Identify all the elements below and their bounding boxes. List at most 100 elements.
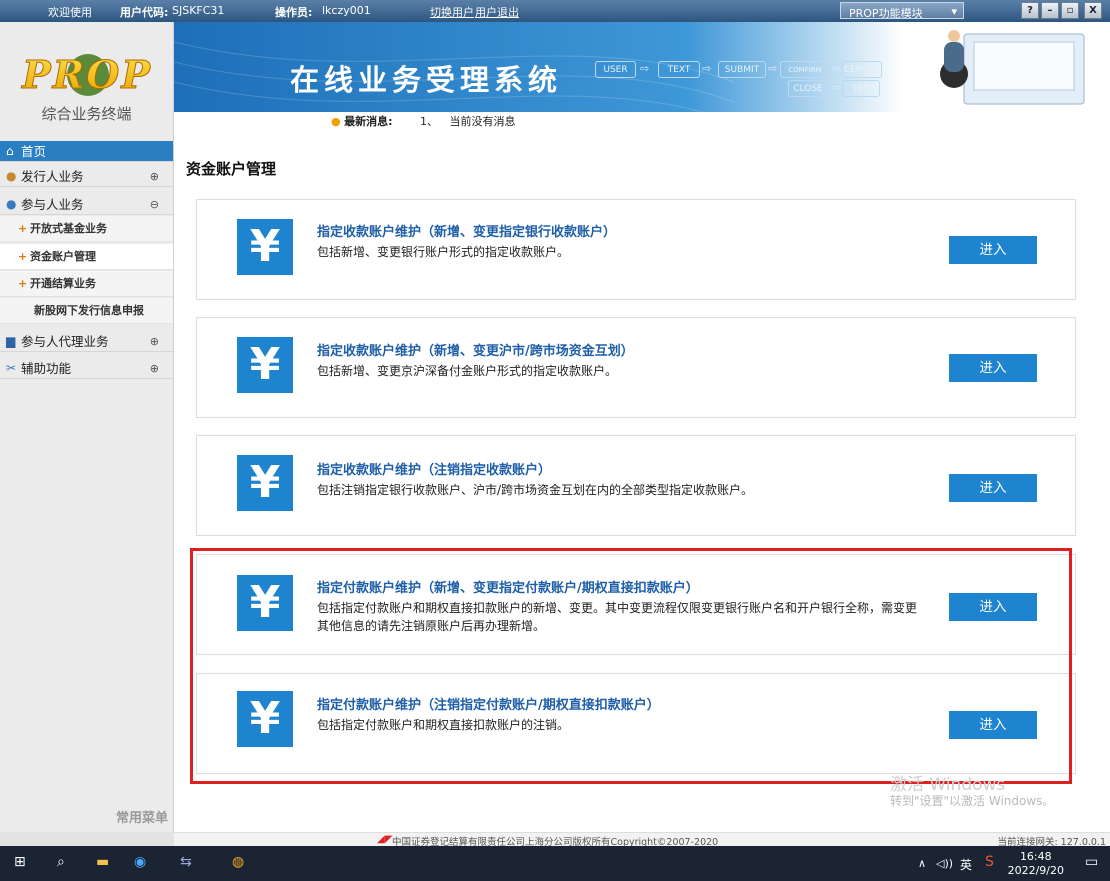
switch-user-link[interactable]: 切换用户 (430, 4, 474, 20)
yen-icon: ¥ (237, 219, 293, 275)
module-select[interactable]: PROP功能模块 ▾ (840, 2, 964, 20)
search-icon[interactable]: ⌕ (57, 854, 65, 870)
sidebar-item-label: 参与人代理业务 (21, 334, 109, 349)
security-app-icon[interactable]: S (985, 854, 994, 870)
home-icon: ⌂ (6, 144, 14, 158)
common-menu-label[interactable]: 常用菜单 (0, 807, 168, 826)
volume-icon[interactable]: ◁)) (936, 857, 953, 870)
monitor-icon: ▆ (6, 334, 16, 348)
arrow-right-icon: ⇨ (768, 62, 778, 75)
sidebar-subitem-capital-account[interactable]: + 资金账户管理 (0, 244, 173, 270)
bullet-icon: ● (331, 115, 341, 128)
flow-step-text: TEXT (658, 61, 700, 78)
card-receive-cancel: ¥ 指定收款账户维护（注销指定收款账户） 包括注销指定银行收款账户、沪市/跨市场… (196, 435, 1076, 536)
logo-subtitle: 综合业务终端 (41, 105, 132, 123)
sidebar-item-label: 发行人业务 (21, 169, 84, 184)
collapse-icon[interactable]: ⊖ (150, 194, 159, 215)
network-app-icon[interactable]: ⇆ (180, 854, 192, 870)
csdc-logo-icon: ◢◤ (377, 834, 393, 845)
logo-lettering: PROP (21, 52, 152, 97)
card-desc: 包括新增、变更京沪深备付金账户形式的指定收款账户。 (317, 364, 618, 378)
sidebar-subitem-settlement[interactable]: + 开通结算业务 (0, 271, 173, 297)
highlight-frame (190, 548, 1072, 784)
expand-icon[interactable]: ⊕ (150, 331, 159, 352)
tools-icon: ✂ (6, 361, 17, 375)
flow-step-yes: YES (842, 80, 880, 97)
clock[interactable]: 16:48 2022/9/20 (1008, 850, 1064, 878)
module-select-value: PROP功能模块 (849, 7, 923, 20)
flow-step-close: CLOSE (788, 80, 828, 97)
ime-indicator[interactable]: 英 (960, 856, 972, 873)
people-icon: ● (6, 197, 17, 211)
minimize-button[interactable]: – (1041, 2, 1059, 19)
news-text: 当前没有消息 (449, 115, 516, 128)
sidebar-subitem-label: 新股网下发行信息申报 (34, 304, 144, 317)
clock-date: 2022/9/20 (1007, 864, 1064, 877)
windows-start-icon[interactable]: ⊞ (14, 854, 26, 870)
prop-logo: PROP (20, 52, 155, 98)
notification-icon[interactable]: ▭ (1085, 854, 1098, 870)
footer-left (0, 832, 174, 846)
top-bar: 欢迎使用 用户代码: SJSKFC31 操作员: lkczy001 切换用户 用… (0, 0, 1110, 22)
yen-icon: ¥ (237, 455, 293, 511)
close-button[interactable]: X (1084, 2, 1102, 19)
operator-value: lkczy001 (322, 4, 371, 17)
operator-label: 操作员: (275, 6, 313, 19)
sidebar-subitem-label: 资金账户管理 (30, 250, 96, 263)
sidebar-subitem-ipo-offline[interactable]: 新股网下发行信息申报 (0, 298, 173, 324)
enter-button[interactable]: 进入 (949, 236, 1037, 264)
card-desc: 包括注销指定银行收款账户、沪市/跨市场资金互划在内的全部类型指定收款账户。 (317, 483, 754, 497)
clock-time: 16:48 (1019, 850, 1052, 863)
sidebar-item-auxiliary[interactable]: ✂ 辅助功能 ⊕ (0, 358, 173, 379)
system-title: 在线业务受理系统 (290, 63, 563, 97)
welcome-text: 欢迎使用 (48, 6, 92, 19)
sidebar-item-label: 首页 (21, 144, 47, 159)
enter-button[interactable]: 进入 (949, 354, 1037, 382)
user-code-label: 用户代码: (120, 6, 169, 19)
plus-icon: + (18, 277, 28, 290)
arrow-right-icon: ⇨ (832, 62, 842, 75)
user-code-value: SJSKFC31 (172, 4, 225, 17)
flow-step-certify: CERTIFY (842, 61, 882, 78)
card-title[interactable]: 指定收款账户维护（注销指定收款账户） (317, 459, 551, 478)
sidebar-item-issuer[interactable]: ● 发行人业务 ⊕ (0, 166, 173, 187)
logout-link[interactable]: 用户退出 (475, 4, 519, 20)
news-bar: ● 最新消息: 1、 当前没有消息 (331, 113, 516, 129)
activate-watermark-hint: 转到"设置"以激活 Windows。 (890, 794, 1055, 808)
yen-icon: ¥ (237, 337, 293, 393)
card-desc: 包括新增、变更银行账户形式的指定收款账户。 (317, 245, 570, 259)
plus-icon: + (18, 250, 28, 263)
sidebar-item-home[interactable]: ⌂ 首页 (0, 141, 173, 162)
sidebar-item-participant[interactable]: ● 参与人业务 ⊖ (0, 194, 173, 215)
app-icon[interactable]: ◉ (134, 854, 146, 870)
person-icon: ● (6, 169, 17, 183)
sidebar-subitem-label: 开放式基金业务 (30, 222, 107, 235)
expand-icon[interactable]: ⊕ (150, 358, 159, 379)
restore-button[interactable]: ▫ (1061, 2, 1079, 19)
help-button[interactable]: ? (1021, 2, 1039, 19)
arrow-right-icon: ⇨ (640, 62, 650, 75)
taskbar: ⊞ ⌕ ▬ ◉ ⇆ ◍ ∧ ◁)) 英 S 16:48 2022/9/20 ▭ (0, 846, 1110, 881)
enter-button[interactable]: 进入 (949, 474, 1037, 502)
flow-step-user: USER (595, 61, 636, 78)
arrow-left-icon: ⇦ (831, 81, 841, 94)
expand-icon[interactable]: ⊕ (150, 166, 159, 187)
chevron-down-icon: ▾ (951, 5, 957, 18)
news-index: 1、 (420, 115, 439, 128)
card-title[interactable]: 指定收款账户维护（新增、变更沪市/跨市场资金互划） (317, 340, 634, 359)
file-explorer-icon[interactable]: ▬ (96, 854, 109, 870)
sidebar-item-agent[interactable]: ▆ 参与人代理业务 ⊕ (0, 331, 173, 352)
news-label: 最新消息: (344, 115, 393, 128)
sidebar-item-label: 参与人业务 (21, 197, 84, 212)
sidebar-item-label: 辅助功能 (21, 361, 72, 376)
footer: ◢◤ 中国证券登记结算有限责任公司上海分公司版权所有Copyright©2007… (174, 832, 1110, 848)
plus-icon: + (18, 222, 28, 235)
card-receive-bank: ¥ 指定收款账户维护（新增、变更指定银行收款账户） 包括新增、变更银行账户形式的… (196, 199, 1076, 300)
flow-step-comfirm: COMFIRM (780, 61, 830, 78)
sidebar-subitem-fund[interactable]: + 开放式基金业务 (0, 216, 173, 242)
sidebar-subitem-label: 开通结算业务 (30, 277, 96, 290)
card-receive-transfer: ¥ 指定收款账户维护（新增、变更沪市/跨市场资金互划） 包括新增、变更京沪深备付… (196, 317, 1076, 418)
chrome-icon[interactable]: ◍ (232, 854, 244, 870)
chevron-up-icon[interactable]: ∧ (918, 857, 926, 870)
card-title[interactable]: 指定收款账户维护（新增、变更指定银行收款账户） (317, 221, 616, 240)
